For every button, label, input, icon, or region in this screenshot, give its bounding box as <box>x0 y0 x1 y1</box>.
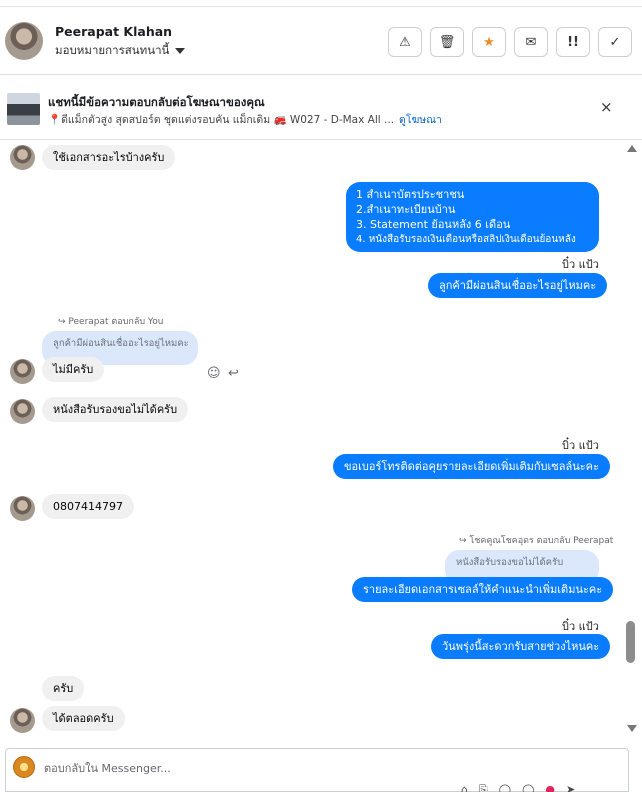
follow-up-button[interactable]: !! <box>556 27 590 57</box>
contact-avatar-small <box>10 708 35 733</box>
attachment-icon[interactable]: ⌂ <box>461 783 468 792</box>
incoming-message[interactable]: ได้ตลอดครับ <box>42 706 125 731</box>
sender-name: บิ๋ว แป้ว <box>562 439 599 452</box>
assign-conversation-dropdown[interactable]: มอบหมายการสนทนานี้ <box>55 42 186 60</box>
star-button[interactable]: ★ <box>472 27 506 57</box>
conversation-header: Peerapat Klahan มอบหมายการสนทนานี้ ⚠ 🗑 ★… <box>0 7 642 75</box>
list-line: 1 สำเนาบัตรประชาชน <box>356 188 465 201</box>
outgoing-message[interactable]: วันพรุ่งนี้สะดวกรับสายช่วงไหนคะ <box>431 634 611 659</box>
contact-avatar-small <box>10 496 35 521</box>
contact-avatar-small <box>10 359 35 384</box>
trash-icon: 🗑 <box>438 34 456 50</box>
ad-banner-subtitle: 📍ดีแม็กตัวสูง สุดสปอร์ต ชุดแต่งรอบคัน แม… <box>48 111 442 128</box>
follow-up-icon: !! <box>567 34 579 50</box>
emoji-icon[interactable]: ◯ <box>522 783 534 792</box>
mark-done-button[interactable]: ✓ <box>598 27 632 57</box>
contact-avatar-small <box>10 399 35 424</box>
ad-thumbnail[interactable] <box>7 93 40 125</box>
mark-unread-icon: ✉ <box>525 34 537 50</box>
ad-reply-banner: แชทนี้มีข้อความตอบกลับต่อโฆษณาของคุณ 📍ดี… <box>0 76 642 140</box>
header-toolbar: ⚠ 🗑 ★ ✉ !! ✓ <box>388 27 632 57</box>
reply-arrow-icon[interactable]: ↩ <box>228 366 239 381</box>
reply-input[interactable] <box>44 760 584 776</box>
page-avatar <box>13 756 35 778</box>
chat-scrollbar[interactable] <box>622 141 642 738</box>
list-line: 3. Statement ย้อนหลัง 6 เดือน <box>356 218 511 231</box>
contact-avatar[interactable] <box>5 22 43 60</box>
outgoing-message[interactable]: ขอเบอร์โทรติดต่อคุยรายละเอียดเพิ่มเติมกั… <box>333 454 610 479</box>
ad-banner-title: แชทนี้มีข้อความตอบกลับต่อโฆษณาของคุณ <box>48 95 265 109</box>
sender-name: บิ๋ว แป้ว <box>562 258 599 271</box>
view-ad-link[interactable]: ดูโฆษณา <box>399 111 442 128</box>
chevron-down-icon <box>175 48 186 54</box>
attach-file-icon[interactable]: ⎘ <box>479 783 488 792</box>
send-icon[interactable]: ➤ <box>566 783 575 792</box>
reply-note: ↪ Peerapat ตอบกลับ You <box>58 317 164 327</box>
reply-note: ↪ โชคคูณโชคอุดร ตอบกลับ Peerapat <box>459 536 614 546</box>
reply-note-text: Peerapat ตอบกลับ You <box>68 317 164 327</box>
outgoing-message[interactable]: รายละเอียดเอกสารเซลล์ให้คำแนะนำเพิ่มเติม… <box>352 577 614 602</box>
ad-description: 📍ดีแม็กตัวสูง สุดสปอร์ต ชุดแต่งรอบคัน แม… <box>48 114 395 126</box>
composer-toolbar: ⌂ ⎘ ◯ ◯ ● ➤ <box>461 783 575 792</box>
contact-avatar-small <box>10 145 35 170</box>
incoming-message[interactable]: หนังสือรับรองขอไม่ได้ครับ <box>42 397 189 422</box>
close-icon[interactable]: × <box>600 98 613 116</box>
incoming-message[interactable]: ครับ <box>42 676 85 701</box>
message-thread: ใช้เอกสารอะไรบ้างครับ 1 สำเนาบัตรประชาชน… <box>0 141 622 738</box>
list-line: 4. หนังสือรับรองเงินเดือนหรือสลิปเงินเดื… <box>356 234 576 245</box>
spam-alert-button[interactable]: ⚠ <box>388 27 422 57</box>
saved-reply-icon[interactable]: ● <box>545 783 555 792</box>
incoming-message[interactable]: 0807414797 <box>42 494 134 519</box>
scroll-up-arrow-icon[interactable] <box>627 145 637 152</box>
incoming-message[interactable]: ใช้เอกสารอะไรบ้างครับ <box>42 145 176 170</box>
message-composer: ⌂ ⎘ ◯ ◯ ● ➤ <box>5 748 629 792</box>
outgoing-message-list[interactable]: 1 สำเนาบัตรประชาชน 2.สำเนาทะเบียนบ้าน 3.… <box>346 182 599 252</box>
gif-icon[interactable]: ◯ <box>499 783 511 792</box>
sender-name: บิ๋ว แป้ว <box>562 620 599 633</box>
assign-label: มอบหมายการสนทนานี้ <box>55 43 170 57</box>
reply-note-text: โชคคูณโชคอุดร ตอบกลับ Peerapat <box>469 536 614 546</box>
react-emoji-icon[interactable]: ☺ <box>207 366 221 381</box>
delete-button[interactable]: 🗑 <box>430 27 464 57</box>
star-icon: ★ <box>483 34 495 50</box>
done-check-icon: ✓ <box>609 34 621 50</box>
incoming-message[interactable]: ไม่มีครับ <box>42 357 105 382</box>
alert-icon: ⚠ <box>399 34 411 50</box>
contact-name[interactable]: Peerapat Klahan <box>55 24 172 39</box>
scrollbar-thumb[interactable] <box>626 621 635 663</box>
list-line: 2.สำเนาทะเบียนบ้าน <box>356 203 456 216</box>
mark-unread-button[interactable]: ✉ <box>514 27 548 57</box>
scroll-down-arrow-icon[interactable] <box>627 725 637 732</box>
outgoing-message[interactable]: ลูกค้ามีผ่อนสินเชื่ออะไรอยู่ไหมคะ <box>428 273 608 298</box>
